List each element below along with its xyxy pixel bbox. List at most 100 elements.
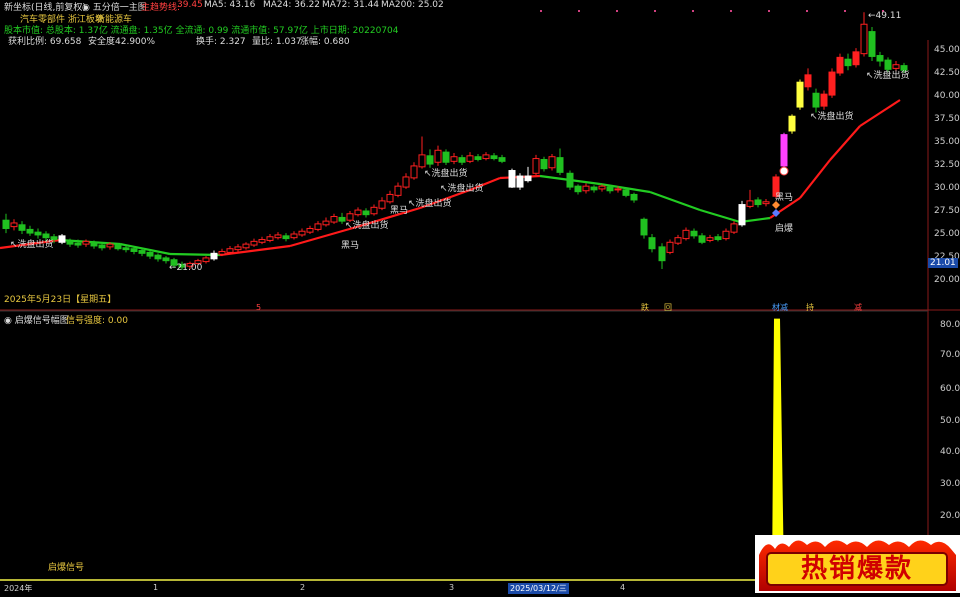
price-tick: 20.00	[934, 275, 960, 285]
candle-body	[490, 155, 498, 160]
ma24-label: MA24: 36.22	[263, 0, 321, 10]
candle-body	[532, 158, 540, 174]
candle-body	[614, 188, 622, 191]
candle-body	[706, 237, 714, 241]
low-price-value: 21.00	[176, 263, 203, 273]
event-marker[interactable]: 跌	[641, 302, 649, 313]
candle-body	[442, 151, 450, 163]
candle-body	[306, 227, 314, 233]
candle-body	[622, 189, 630, 196]
x-axis-cursor-date: 2025/03/12/三	[508, 583, 569, 594]
chart-canvas[interactable]	[0, 0, 960, 593]
candle-body	[714, 236, 722, 241]
sub-chart-title: 启爆信号幅图	[14, 316, 69, 326]
candle-body	[410, 165, 418, 179]
signal-annotation: ↖洗盘出货	[440, 184, 484, 194]
candle-body	[754, 199, 762, 206]
candle-body	[640, 218, 648, 236]
candle-body	[18, 224, 26, 231]
sub-tick: 30.00	[940, 479, 960, 489]
annotation-text: 洗盘出货	[17, 240, 54, 250]
ma5-label: MA5: 43.16	[204, 0, 256, 10]
x-axis-label: 1	[153, 583, 159, 592]
candle-body	[74, 242, 82, 246]
candle-body	[66, 240, 74, 245]
top-dot	[730, 10, 732, 12]
candle-body	[258, 239, 266, 243]
event-marker[interactable]: 5	[256, 303, 261, 312]
signal-annotation: 启爆	[775, 224, 794, 234]
signal-annotation: ↖洗盘出货	[810, 112, 854, 122]
candle-body	[26, 228, 34, 234]
candle-body	[370, 206, 378, 215]
candle-body	[138, 250, 146, 254]
x-axis-label: 4	[620, 583, 626, 592]
sub-tick: 80.00	[940, 320, 960, 330]
candle-body	[394, 185, 402, 196]
candle-body	[556, 157, 564, 173]
event-marker[interactable]: 减	[854, 302, 862, 313]
candle-body	[548, 156, 556, 169]
event-marker[interactable]: 持	[806, 302, 814, 313]
candle-body	[386, 193, 394, 203]
candle-body	[844, 58, 852, 67]
signal-strength: 信号强度: 0.00	[66, 316, 128, 326]
trend-line-segment	[649, 190, 701, 212]
signal-annotation: ↖洗盘出货	[424, 169, 468, 179]
annotation-text: 洗盘出货	[352, 221, 389, 231]
gear-icon[interactable]: ◉	[4, 316, 15, 326]
event-marker[interactable]: 回	[664, 302, 672, 313]
candle-body	[474, 156, 482, 160]
signal-annotation: ↖洗盘出货	[408, 199, 452, 209]
sub-chart-header[interactable]: ◉ 启爆信号幅图	[4, 313, 69, 326]
candle-body	[130, 248, 138, 252]
candle-body	[450, 156, 458, 162]
x-axis-label: 2024年	[4, 584, 33, 593]
candle-body	[788, 115, 796, 132]
event-marker[interactable]: 材减	[772, 302, 788, 313]
ma72-label: MA72: 31.44	[322, 0, 380, 10]
candle-body	[202, 257, 210, 263]
candle-body	[210, 252, 218, 260]
candle-body	[242, 243, 250, 249]
candle-body	[730, 223, 738, 233]
candle-body	[282, 235, 290, 240]
candle-body	[290, 233, 298, 239]
candle-body	[458, 157, 466, 163]
candle-body	[648, 237, 656, 250]
candle-body	[813, 93, 819, 108]
top-dot	[616, 10, 618, 12]
profit-ratio: 获利比例: 69.658	[8, 37, 82, 47]
promo-banner[interactable]: 热销爆款	[755, 535, 960, 593]
turnover-label: 换手: 2.327	[196, 37, 246, 47]
volume-ratio-label: 量比: 1.037	[252, 37, 302, 47]
x-axis-label: 2	[300, 583, 306, 592]
candle-body	[582, 185, 590, 192]
safety-label: 安全度42.900%	[88, 37, 156, 47]
candle-body	[298, 230, 306, 236]
top-dot	[578, 10, 580, 12]
top-dot	[654, 10, 656, 12]
candle-body	[674, 237, 682, 244]
annotation-text: 洗盘出货	[431, 169, 468, 179]
candle-body	[314, 223, 322, 230]
trend-line-segment	[829, 125, 861, 161]
trend-line-segment	[859, 99, 901, 127]
trend-line-segment	[699, 208, 741, 224]
top-dot	[692, 10, 694, 12]
candle-body	[524, 175, 532, 182]
candle-body	[762, 201, 770, 205]
price-tick: 25.00	[934, 229, 960, 239]
signal-annotation: ↖洗盘出货	[10, 240, 54, 250]
candle-body	[434, 149, 442, 163]
top-dot	[806, 10, 808, 12]
price-tick: 27.50	[934, 206, 960, 216]
top-dot	[844, 10, 846, 12]
current-price-tag: 21.01	[928, 258, 958, 268]
candle-body	[860, 23, 868, 55]
candle-body	[738, 204, 746, 226]
signal-legend: 启爆信号	[48, 563, 85, 573]
candle-body	[746, 200, 754, 207]
candle-body	[508, 170, 516, 188]
candle-body	[354, 209, 362, 216]
